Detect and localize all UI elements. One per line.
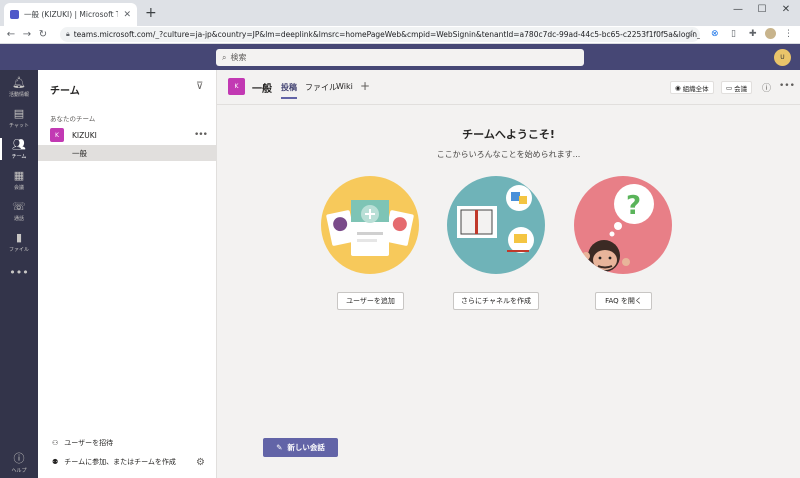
- meet-label: 会議: [734, 84, 748, 93]
- welcome-subtitle: ここからいろんなことを始められます...: [436, 150, 581, 159]
- browser-menu-icon[interactable]: ⋮: [784, 29, 793, 39]
- more-icon: •••: [9, 266, 29, 279]
- calendar-icon: ▦: [13, 168, 25, 182]
- appbar-label: ファイル: [8, 246, 29, 253]
- more-options-icon[interactable]: •••: [779, 81, 795, 91]
- panel-title: チーム: [50, 86, 80, 97]
- browser-toolbar: ← → ↻ 🔒︎ teams.microsoft.com/_?culture=j…: [0, 26, 800, 44]
- search-icon: ⌕: [222, 52, 227, 62]
- forward-icon[interactable]: →: [19, 29, 35, 40]
- open-faq-button[interactable]: FAQ を開く: [595, 292, 652, 310]
- create-channels-illustration: [447, 176, 545, 274]
- phone-icon: ☏: [12, 199, 26, 213]
- channel-row[interactable]: 一般: [38, 145, 216, 161]
- appbar-label: ヘルプ: [11, 467, 27, 474]
- appbar-calendar[interactable]: ▦ 会議: [0, 165, 38, 195]
- appbar-activity[interactable]: 🔔︎ 活動情報: [0, 72, 38, 102]
- tab-posts[interactable]: 投稿: [281, 82, 297, 99]
- profile-avatar[interactable]: [765, 28, 776, 39]
- teams-panel: チーム ⊽ あなたのチーム K KIZUKI ••• 一般 ⚇ ユーザーを招待 …: [38, 70, 217, 478]
- search-placeholder: 検索: [230, 53, 247, 62]
- tab-wiki[interactable]: Wiki: [336, 82, 353, 91]
- search-input[interactable]: ⌕ 検索: [216, 49, 584, 66]
- extension-doc-icon[interactable]: ▯: [731, 29, 736, 39]
- info-icon[interactable]: ⓘ: [762, 81, 771, 94]
- org-wide-label: 組織全体: [682, 84, 709, 93]
- filter-icon[interactable]: ⊽: [196, 81, 203, 92]
- new-tab-icon[interactable]: +: [145, 5, 157, 21]
- channel-header: K 一般 投稿 ファイル Wiki + ◉ 組織全体 ▭ 会議 ⓘ •••: [217, 70, 800, 105]
- appbar-help[interactable]: ⓘ ヘルプ: [0, 448, 38, 478]
- extensions-puzzle-icon[interactable]: ✚: [749, 29, 757, 39]
- appbar-label: 会議: [13, 184, 24, 191]
- add-tab-icon[interactable]: +: [360, 79, 370, 93]
- add-users-illustration: [321, 176, 419, 274]
- tab-title: 一般 (KIZUKI) | Microsoft Teams: [24, 10, 119, 19]
- reload-icon[interactable]: ↻: [35, 29, 51, 40]
- add-person-icon: ⚇: [52, 439, 59, 447]
- meet-button[interactable]: ▭ 会議: [721, 81, 753, 94]
- team-avatar: K: [50, 128, 64, 142]
- teams-icon: 👥︎: [12, 137, 26, 151]
- appbar-more[interactable]: •••: [0, 258, 38, 288]
- appbar-chat[interactable]: ▤ チャット: [0, 103, 38, 133]
- lock-icon: 🔒︎: [66, 30, 70, 38]
- team-name: KIZUKI: [72, 130, 97, 140]
- back-icon[interactable]: ←: [3, 29, 19, 40]
- add-users-button[interactable]: ユーザーを追加: [337, 292, 404, 310]
- bell-icon: 🔔︎: [12, 75, 26, 89]
- video-icon: ▭: [726, 83, 733, 92]
- svg-text:?: ?: [626, 191, 641, 221]
- welcome-area: チームへようこそ! ここからいろんなことを始められます... ? ユーザーを追加…: [217, 105, 800, 478]
- compose-icon: ✎: [276, 443, 283, 452]
- invite-user-button[interactable]: ⚇ ユーザーを招待: [52, 438, 113, 448]
- minimize-icon[interactable]: —: [728, 4, 748, 15]
- appbar-label: 活動情報: [8, 91, 29, 98]
- join-team-button[interactable]: ⚉ チームに参加、またはチームを作成: [52, 457, 176, 467]
- appbar-calls[interactable]: ☏ 通話: [0, 196, 38, 226]
- help-icon: ⓘ: [13, 451, 25, 465]
- extension-icon[interactable]: ⊗: [711, 29, 719, 39]
- maximize-icon[interactable]: ☐: [752, 4, 772, 15]
- file-icon: ▮: [15, 230, 23, 244]
- team-more-icon[interactable]: •••: [194, 130, 208, 140]
- eye-icon: ◉: [675, 83, 681, 92]
- browser-tab[interactable]: 一般 (KIZUKI) | Microsoft Teams ✕: [4, 3, 137, 26]
- close-window-icon[interactable]: ✕: [776, 4, 796, 15]
- tab-files[interactable]: ファイル: [305, 82, 337, 93]
- appbar-label: チーム: [11, 153, 27, 160]
- browser-tab-bar: 一般 (KIZUKI) | Microsoft Teams ✕ + — ☐ ✕: [0, 0, 800, 26]
- bookmark-star-icon[interactable]: ☆: [688, 29, 696, 39]
- invite-label: ユーザーを招待: [64, 439, 114, 447]
- org-wide-badge[interactable]: ◉ 組織全体: [670, 81, 714, 94]
- address-bar[interactable]: 🔒︎ teams.microsoft.com/_?culture=ja-jp&c…: [60, 27, 700, 42]
- faq-illustration: ?: [574, 176, 672, 274]
- join-label: チームに参加、またはチームを作成: [64, 458, 176, 466]
- app-bar: 🔔︎ 活動情報 ▤ チャット 👥︎ チーム ▦ 会議 ☏ 通話 ▮ ファイル •…: [0, 70, 38, 478]
- channel-avatar: K: [228, 78, 245, 95]
- teams-favicon-icon: [10, 10, 19, 19]
- channel-name: 一般: [72, 149, 87, 158]
- appbar-label: 通話: [13, 215, 24, 222]
- join-team-icon: ⚉: [52, 458, 59, 466]
- welcome-title: チームへようこそ!: [462, 128, 555, 141]
- appbar-files[interactable]: ▮ ファイル: [0, 227, 38, 257]
- new-conversation-button[interactable]: ✎ 新しい会話: [263, 438, 338, 457]
- settings-gear-icon[interactable]: ⚙: [196, 457, 205, 468]
- chat-icon: ▤: [13, 106, 25, 120]
- user-avatar[interactable]: U: [774, 49, 791, 66]
- appbar-label: チャット: [9, 122, 29, 129]
- create-channels-button[interactable]: さらにチャネルを作成: [453, 292, 539, 310]
- url-text: teams.microsoft.com/_?culture=ja-jp&coun…: [73, 30, 700, 39]
- appbar-teams[interactable]: 👥︎ チーム: [0, 134, 38, 164]
- tab-close-icon[interactable]: ✕: [123, 10, 131, 20]
- teams-header: ⌕ 検索 U: [0, 44, 800, 70]
- team-row[interactable]: K KIZUKI •••: [38, 126, 216, 144]
- section-label: あなたのチーム: [50, 115, 96, 123]
- channel-title: 一般: [252, 84, 272, 95]
- new-conversation-label: 新しい会話: [287, 443, 325, 452]
